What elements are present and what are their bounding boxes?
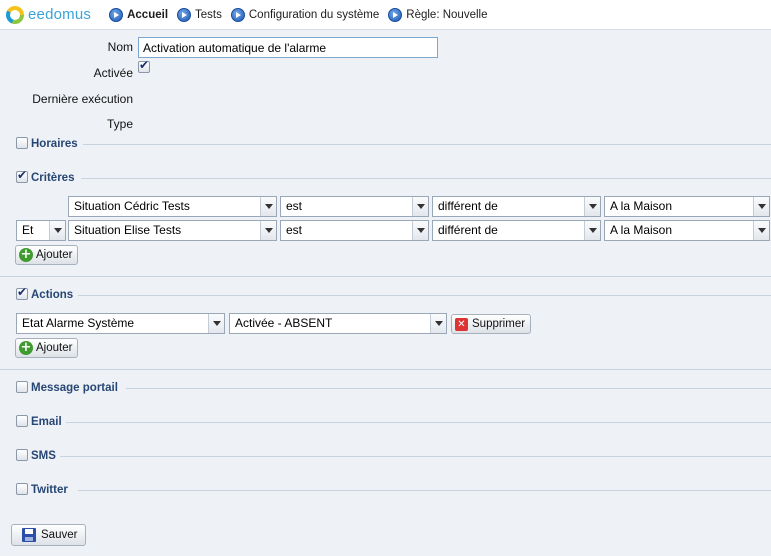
last-run-label: Dernière exécution — [32, 92, 133, 106]
chevron-down-icon — [260, 197, 276, 216]
criteres-checkbox[interactable] — [16, 168, 28, 183]
criteria-add-button[interactable]: + Ajouter — [15, 245, 79, 265]
criteria-device-select[interactable]: Situation Cédric Tests — [68, 196, 277, 217]
chevron-down-icon — [260, 221, 276, 240]
select-value: Et — [22, 223, 34, 237]
divider — [126, 388, 771, 389]
chevron-down-icon — [412, 197, 428, 216]
select-value: A la Maison — [610, 223, 673, 237]
chevron-down-icon — [753, 197, 769, 216]
select-value: Etat Alarme Système — [22, 316, 135, 330]
eedomus-logo-icon — [6, 5, 24, 24]
arrow-circle-icon — [109, 7, 124, 22]
breadcrumb-label: Tests — [195, 8, 222, 21]
criteria-comparison-select[interactable]: différent de — [432, 220, 601, 241]
chevron-down-icon — [412, 221, 428, 240]
name-label: Nom — [107, 40, 133, 54]
divider — [0, 369, 771, 370]
chevron-down-icon — [208, 314, 224, 333]
button-label: Ajouter — [36, 342, 73, 354]
breadcrumb-label: Accueil — [127, 8, 169, 21]
arrow-circle-icon — [230, 7, 245, 22]
sms-checkbox[interactable] — [16, 449, 28, 461]
plus-icon: + — [19, 247, 33, 262]
action-value-select[interactable]: Activée - ABSENT — [229, 313, 447, 334]
top-bar: eedomus Accueil Tests Configuration du s… — [0, 0, 771, 30]
floppy-disk-icon — [22, 528, 36, 542]
chevron-down-icon — [584, 221, 600, 240]
divider — [83, 144, 771, 145]
message-portail-checkbox[interactable] — [16, 381, 28, 393]
criteria-value-select[interactable]: A la Maison — [604, 220, 770, 241]
message-portail-title: Message portail — [31, 382, 118, 394]
chevron-down-icon — [753, 221, 769, 240]
select-value: A la Maison — [610, 199, 673, 213]
delete-action-button[interactable]: ✕ Supprimer — [451, 314, 532, 334]
button-label: Ajouter — [36, 249, 73, 261]
select-value: est — [286, 223, 303, 237]
select-value: Activée - ABSENT — [235, 316, 333, 330]
email-checkbox[interactable] — [16, 415, 28, 427]
breadcrumb-home[interactable]: Accueil — [109, 7, 169, 22]
criteria-device-select[interactable]: Situation Elise Tests — [68, 220, 277, 241]
criteria-operator-select[interactable]: est — [280, 220, 429, 241]
breadcrumb-rule[interactable]: Règle: Nouvelle — [388, 7, 488, 22]
breadcrumb-label: Règle: Nouvelle — [406, 8, 488, 21]
select-value: Situation Elise Tests — [74, 223, 182, 237]
button-label: Supprimer — [472, 318, 526, 330]
name-input[interactable] — [138, 37, 438, 58]
button-label: Sauver — [41, 529, 78, 541]
save-button[interactable]: Sauver — [11, 524, 87, 546]
chevron-down-icon — [49, 221, 65, 240]
divider — [66, 422, 771, 423]
logo[interactable]: eedomus — [6, 5, 92, 24]
type-label: Type — [106, 117, 133, 131]
divider — [81, 178, 771, 179]
criteria-operator-select[interactable]: est — [280, 196, 429, 217]
criteria-value-select[interactable]: A la Maison — [604, 196, 770, 217]
divider — [78, 295, 771, 296]
horaires-title: Horaires — [31, 138, 78, 150]
breadcrumb-config[interactable]: Configuration du système — [230, 7, 380, 22]
twitter-checkbox[interactable] — [16, 483, 28, 495]
select-value: Situation Cédric Tests — [74, 199, 190, 213]
select-value: différent de — [438, 223, 498, 237]
select-value: est — [286, 199, 303, 213]
chevron-down-icon — [584, 197, 600, 216]
arrow-circle-icon — [388, 7, 403, 22]
select-value: différent de — [438, 199, 498, 213]
divider — [78, 490, 771, 491]
criteria-comparison-select[interactable]: différent de — [432, 196, 601, 217]
horaires-checkbox[interactable] — [16, 137, 28, 149]
actions-checkbox[interactable] — [16, 285, 28, 300]
close-icon: ✕ — [455, 317, 468, 331]
criteres-title: Critères — [31, 172, 75, 184]
breadcrumb-label: Configuration du système — [248, 8, 380, 21]
email-title: Email — [31, 416, 62, 428]
criteria-connector-select[interactable]: Et — [16, 220, 66, 241]
divider — [60, 456, 771, 457]
logo-text: eedomus — [28, 6, 92, 23]
active-label: Activée — [93, 66, 133, 80]
action-add-button[interactable]: + Ajouter — [15, 338, 79, 358]
arrow-circle-icon — [177, 7, 192, 22]
chevron-down-icon — [430, 314, 446, 333]
sms-title: SMS — [31, 450, 56, 462]
twitter-title: Twitter — [31, 484, 68, 496]
plus-icon: + — [19, 340, 33, 355]
breadcrumb-tests[interactable]: Tests — [177, 7, 222, 22]
divider — [0, 276, 771, 277]
action-device-select[interactable]: Etat Alarme Système — [16, 313, 225, 334]
actions-title: Actions — [31, 289, 74, 301]
active-checkbox[interactable] — [138, 58, 150, 73]
